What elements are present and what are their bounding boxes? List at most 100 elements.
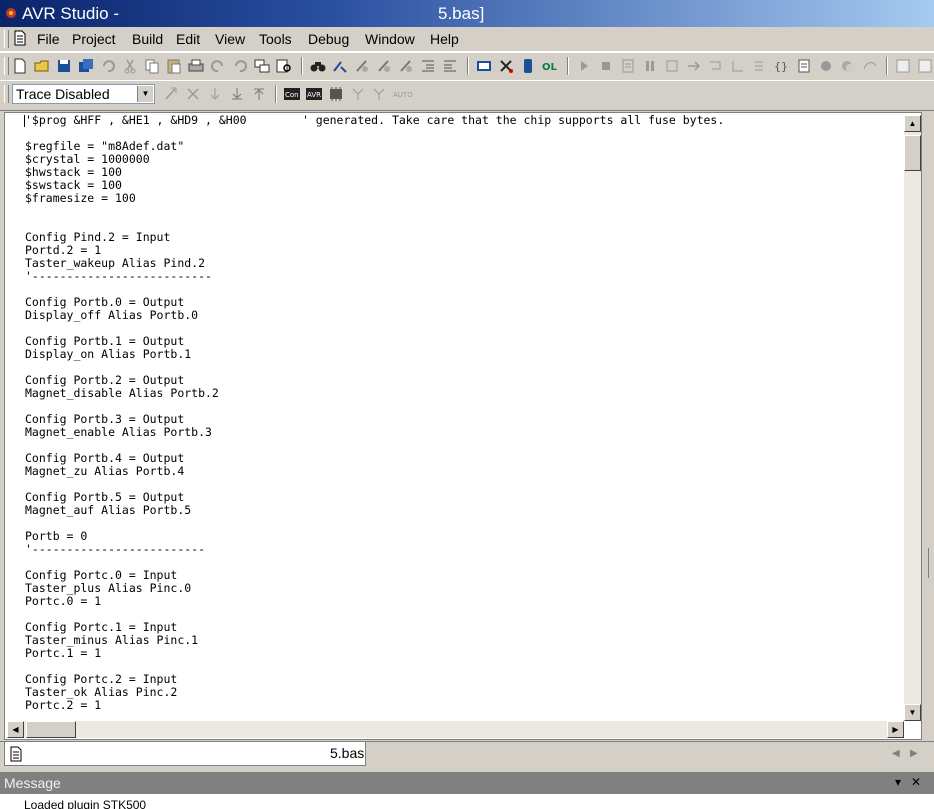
code-line[interactable]: Display_off Alias Portb.0 (25, 309, 903, 322)
document-tab[interactable]: 5.bas (4, 742, 366, 766)
undo-icon[interactable] (231, 57, 249, 75)
run-to-cursor-icon[interactable] (861, 57, 879, 75)
con-icon[interactable]: Con (283, 85, 301, 103)
toolbar-grip[interactable] (4, 85, 9, 103)
vertical-scroll-thumb[interactable] (904, 135, 921, 171)
trace-down-icon[interactable] (228, 85, 246, 103)
code-line[interactable]: $regfile = "m8Adef.dat" (25, 140, 903, 153)
menu-tools[interactable]: Tools (256, 27, 295, 51)
pause-icon[interactable] (641, 57, 659, 75)
code-line[interactable]: Magnet_zu Alias Portb.4 (25, 465, 903, 478)
code-line[interactable]: Portc.2 = 1 (25, 699, 903, 712)
copy-icon[interactable] (143, 57, 161, 75)
breakpoint-icon[interactable] (817, 57, 835, 75)
bookmark-toggle-icon[interactable] (353, 57, 371, 75)
trace-mode-select[interactable]: Trace Disabled ▼ (12, 84, 155, 104)
document-icon[interactable] (14, 30, 26, 46)
code-line[interactable]: Portc.1 = 1 (25, 647, 903, 660)
new-file-icon[interactable] (11, 57, 29, 75)
indent-icon[interactable] (419, 57, 437, 75)
redo-icon[interactable] (209, 57, 227, 75)
code-line[interactable]: Magnet_disable Alias Portb.2 (25, 387, 903, 400)
code-line[interactable]: $framesize = 100 (25, 192, 903, 205)
menu-window[interactable]: Window (362, 27, 418, 51)
step-arrow-icon[interactable] (685, 57, 703, 75)
code-line[interactable]: Portc.0 = 1 (25, 595, 903, 608)
print-icon[interactable] (187, 57, 205, 75)
open-folder-icon[interactable] (33, 57, 51, 75)
horizontal-scrollbar[interactable]: ◀ ▶ (7, 721, 904, 738)
code-line[interactable]: Magnet_enable Alias Portb.3 (25, 426, 903, 439)
avr-icon[interactable]: AVR (305, 85, 323, 103)
scroll-down-icon[interactable]: ▼ (904, 704, 921, 721)
code-line[interactable]: Taster_ok Alias Pinc.2 (25, 686, 903, 699)
menu-project[interactable]: Project (69, 27, 119, 51)
tab-scroll-right-icon[interactable]: ▶ (910, 748, 918, 759)
tab-scroll-left-icon[interactable]: ◀ (892, 748, 900, 759)
menu-build[interactable]: Build (129, 27, 166, 51)
disassembler-icon[interactable] (916, 57, 934, 75)
replace-icon[interactable] (331, 57, 349, 75)
menu-help[interactable]: Help (427, 27, 462, 51)
trace-clear-icon[interactable] (184, 85, 202, 103)
scroll-left-icon[interactable]: ◀ (7, 721, 24, 738)
bookmark-next-icon[interactable] (375, 57, 393, 75)
watch-icon[interactable] (795, 57, 813, 75)
auto-icon[interactable]: AUTO (392, 85, 414, 103)
ol-icon[interactable]: OL (541, 57, 559, 75)
code-line[interactable]: Taster_plus Alias Pinc.0 (25, 582, 903, 595)
compile-icon[interactable] (497, 57, 515, 75)
code-line[interactable]: '$prog &HFF , &HE1 , &HD9 , &H00 ' gener… (25, 114, 903, 127)
menu-debug[interactable]: Debug (305, 27, 352, 51)
chip-icon[interactable] (327, 85, 345, 103)
menu-view[interactable]: View (212, 27, 248, 51)
toolbar-grip[interactable] (4, 57, 9, 75)
binoculars-find-icon[interactable] (309, 57, 327, 75)
trace-up-icon[interactable] (250, 85, 268, 103)
code-line[interactable]: $crystal = 1000000 (25, 153, 903, 166)
memory-window-icon[interactable] (894, 57, 912, 75)
menu-file[interactable]: File (34, 27, 63, 51)
outdent-icon[interactable] (441, 57, 459, 75)
branch-step-icon[interactable] (371, 85, 389, 103)
chevron-down-icon[interactable]: ▼ (137, 86, 153, 102)
undo-disabled-icon[interactable] (99, 57, 117, 75)
scroll-right-icon[interactable]: ▶ (887, 721, 904, 738)
paste-icon[interactable] (165, 57, 183, 75)
trace-step-icon[interactable] (206, 85, 224, 103)
close-icon[interactable]: ✕ (911, 775, 921, 789)
scroll-up-icon[interactable]: ▲ (904, 115, 921, 132)
branch-icon[interactable] (349, 85, 367, 103)
code-line[interactable]: '-------------------------- (25, 270, 903, 283)
breakpoint-clear-icon[interactable] (839, 57, 857, 75)
trace-toggle-icon[interactable] (162, 85, 180, 103)
reset-icon[interactable] (619, 57, 637, 75)
cut-icon[interactable] (121, 57, 139, 75)
step-over-icon[interactable] (729, 57, 747, 75)
code-line[interactable]: Magnet_auf Alias Portb.5 (25, 504, 903, 517)
step-box-icon[interactable] (663, 57, 681, 75)
menubar-grip[interactable] (4, 30, 9, 48)
find-in-files-icon[interactable] (275, 57, 293, 75)
build-icon[interactable] (475, 57, 493, 75)
code-line[interactable]: Taster_minus Alias Pinc.1 (25, 634, 903, 647)
code-line[interactable]: Config Pind.2 = Input (25, 231, 903, 244)
step-into-icon[interactable] (707, 57, 725, 75)
code-line[interactable] (25, 517, 903, 530)
panel-menu-icon[interactable]: ▾ (895, 775, 901, 789)
code-line[interactable]: $swstack = 100 (25, 179, 903, 192)
step-out-icon[interactable] (751, 57, 769, 75)
code-line[interactable]: Display_on Alias Portb.1 (25, 348, 903, 361)
horizontal-scroll-thumb[interactable] (26, 721, 76, 738)
splitter-handle[interactable] (928, 548, 934, 578)
code-line[interactable]: $hwstack = 100 (25, 166, 903, 179)
program-device-icon[interactable] (519, 57, 537, 75)
braces-icon[interactable]: {} (773, 57, 791, 75)
menu-edit[interactable]: Edit (173, 27, 203, 51)
vertical-scrollbar[interactable]: ▲ ▼ (904, 115, 921, 721)
code-text-area[interactable]: '$prog &HFF , &HE1 , &HD9 , &H00 ' gener… (25, 114, 903, 720)
bookmark-clear-icon[interactable] (397, 57, 415, 75)
save-all-icon[interactable] (77, 57, 95, 75)
code-line[interactable] (25, 205, 903, 218)
code-line[interactable]: '------------------------- (25, 543, 903, 556)
